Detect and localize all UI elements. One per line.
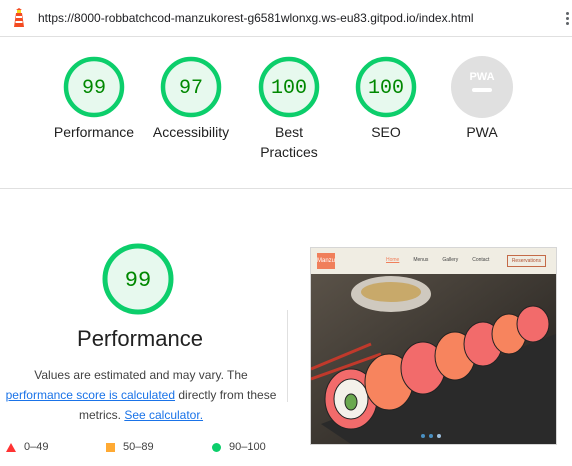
gauge-label: Best Practices xyxy=(260,124,318,160)
reservations-button: Reservations xyxy=(506,255,546,267)
legend-pass: 90–100 xyxy=(212,440,266,454)
performance-gauge-large: 99 xyxy=(100,241,176,322)
pwa-badge-icon: PWA xyxy=(451,56,513,118)
gauge-ring-icon: 99 xyxy=(63,56,125,118)
gauge-performance[interactable]: 99 Performance xyxy=(44,56,144,142)
square-orange-icon xyxy=(106,442,115,452)
gauge-label: Accessibility xyxy=(152,124,230,140)
see-calculator-link[interactable]: See calculator. xyxy=(124,408,203,422)
gauge-score: 99 xyxy=(82,77,106,100)
vertical-separator xyxy=(287,310,288,402)
site-logo: Manzu xyxy=(317,253,335,269)
svg-text:PWA: PWA xyxy=(469,71,494,83)
gauge-best-practices[interactable]: 100 Best Practices xyxy=(249,56,329,162)
circle-green-icon xyxy=(212,442,221,452)
gauge-score: 100 xyxy=(368,77,404,100)
site-nav-links: Home Menus Gallery Contact xyxy=(386,257,490,263)
section-divider xyxy=(0,188,572,189)
legend-fail: 0–49 xyxy=(6,440,48,454)
legend-average: 50–89 xyxy=(106,440,154,454)
gauge-ring-icon: 100 xyxy=(355,56,417,118)
gauge-ring-icon: 97 xyxy=(160,56,222,118)
performance-title: Performance xyxy=(77,326,203,351)
gauge-label: PWA xyxy=(466,124,498,140)
report-url-bar: https://8000-robbatchcod-manzukorest-g65… xyxy=(0,0,572,37)
performance-score: 99 xyxy=(125,268,151,293)
gauge-accessibility[interactable]: 97 Accessibility xyxy=(141,56,241,142)
score-calculated-link[interactable]: performance score is calculated xyxy=(6,388,175,402)
final-screenshot-thumbnail[interactable]: Manzu Home Menus Gallery Contact Reservatio… xyxy=(310,247,557,445)
triangle-red-icon xyxy=(6,442,16,452)
gauge-score: 97 xyxy=(179,77,203,100)
site-navbar: Manzu Home Menus Gallery Contact Reservatio… xyxy=(311,248,556,274)
gauge-score: 100 xyxy=(271,77,307,100)
gauge-label: Performance xyxy=(53,124,135,140)
sushi-hero-image xyxy=(311,274,556,444)
page-url-link[interactable]: https://8000-robbatchcod-manzukorest-g65… xyxy=(38,11,474,25)
gauge-pwa[interactable]: PWA PWA xyxy=(432,56,532,142)
more-options-icon[interactable] xyxy=(566,12,570,27)
gauge-seo[interactable]: 100 SEO xyxy=(336,56,436,142)
gauge-label: SEO xyxy=(371,124,401,140)
lighthouse-logo-icon xyxy=(14,8,24,27)
gauge-ring-icon: 100 xyxy=(258,56,320,118)
performance-description: Values are estimated and may vary. The p… xyxy=(5,368,277,422)
gauge-ring-icon: 99 xyxy=(102,243,174,315)
